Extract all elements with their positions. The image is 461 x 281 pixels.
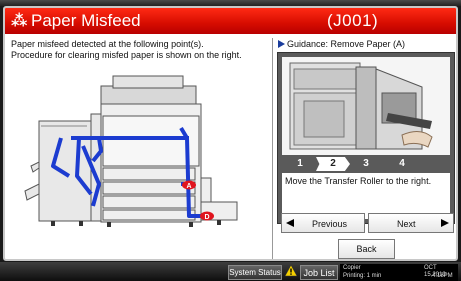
step-3: 3: [363, 158, 369, 169]
message-line-2: Procedure for clearing misfed paper is s…: [11, 50, 242, 60]
guidance-label: Guidance: Remove Paper (A): [287, 39, 406, 49]
guidance-heading: Guidance: Remove Paper (A): [278, 39, 405, 49]
system-status-button[interactable]: System Status: [228, 265, 282, 280]
dialog-titlebar: ⁂ Paper Misfeed (J001): [5, 8, 456, 34]
paper-misfeed-icon: ⁂: [11, 11, 28, 30]
guidance-panel: 1 2 3 4 Move the Transfer Roller to the …: [277, 52, 455, 224]
step-4: 4: [399, 158, 405, 169]
message-line-1: Paper misfeed detected at the following …: [11, 39, 204, 49]
error-code: (J001): [327, 11, 379, 30]
left-arrow-icon: [286, 219, 294, 227]
job-list-button[interactable]: Job List: [300, 265, 338, 280]
previous-button[interactable]: Previous: [281, 213, 365, 233]
device-status-box: Copier Printing: 1 min OCT 15,2010 4:18P…: [340, 264, 458, 281]
device-label: Copier: [343, 265, 361, 271]
misfeed-message: Paper misfeed detected at the following …: [11, 39, 266, 61]
marker-d-label: D: [204, 214, 209, 221]
step-2: 2: [316, 157, 350, 171]
next-label: Next: [397, 219, 416, 229]
play-arrow-icon: [278, 40, 285, 48]
device-status: Printing: 1 min: [343, 273, 382, 279]
dialog-title: Paper Misfeed: [31, 11, 141, 30]
step-1: 1: [297, 158, 303, 169]
machine-diagram: A D: [24, 75, 238, 227]
previous-label: Previous: [312, 219, 348, 229]
panel-divider: [272, 38, 273, 259]
misfeed-dialog: ⁂ Paper Misfeed (J001) Paper misfeed det…: [3, 6, 458, 261]
warning-triangle-icon: [285, 265, 297, 277]
right-arrow-icon: [441, 219, 449, 227]
status-bar: System Status Job List Copier Printing: …: [0, 262, 461, 281]
guidance-photo: [282, 57, 450, 155]
marker-a-label: A: [186, 183, 191, 190]
next-button[interactable]: Next: [368, 213, 454, 233]
back-button[interactable]: Back: [338, 239, 395, 259]
step-indicator: 1 2 3 4: [282, 157, 450, 171]
time-display: 4:18PM: [432, 273, 453, 279]
instruction-text: Move the Transfer Roller to the right.: [285, 176, 432, 186]
